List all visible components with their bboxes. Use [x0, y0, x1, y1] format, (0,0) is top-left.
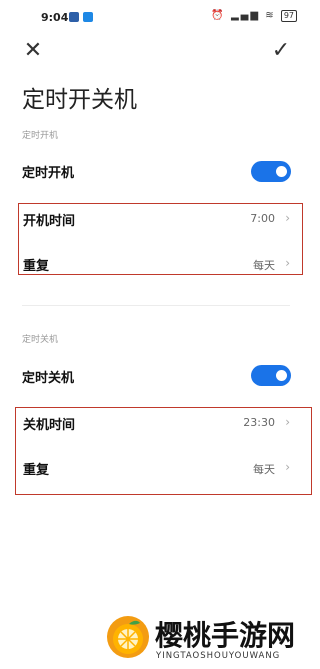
page-title: 定时开关机 [22, 87, 137, 113]
power-on-time-value: 7:00 [250, 212, 275, 225]
power-off-toggle[interactable] [251, 365, 291, 386]
power-off-repeat-label: 重复 [23, 463, 50, 478]
chevron-right-icon: › [285, 415, 290, 429]
power-off-time-row[interactable]: 关机时间 23:30 › [15, 407, 312, 441]
status-time: 9:04 [41, 11, 69, 24]
power-on-repeat-row[interactable]: 重复 每天 › [18, 248, 303, 275]
check-icon[interactable]: ✓ [266, 36, 296, 66]
app-notification-icon [69, 12, 79, 22]
power-on-repeat-value: 每天 [253, 259, 275, 272]
status-bar: 9:04 ⏰ ▂▄▆ ≋ 97 [0, 0, 315, 36]
power-off-time-value: 23:30 [243, 416, 275, 429]
power-off-toggle-label: 定时关机 [22, 371, 75, 386]
divider [22, 305, 290, 306]
power-off-repeat-value: 每天 [253, 463, 275, 476]
watermark-subtitle: YINGTAOSHOUYOUWANG [156, 651, 281, 661]
power-on-repeat-label: 重复 [23, 259, 50, 274]
power-on-toggle-label: 定时开机 [22, 166, 75, 181]
status-icons: ⏰ ▂▄▆ ≋ 97 [211, 10, 297, 22]
alarm-icon: ⏰ [211, 10, 226, 21]
wifi-icon: ≋ [265, 10, 276, 21]
battery-icon: 97 [280, 10, 297, 22]
section-label-power-off: 定时关机 [22, 335, 59, 345]
close-icon[interactable]: ✕ [18, 36, 48, 66]
power-off-repeat-row[interactable]: 重复 每天 › [15, 452, 312, 486]
chevron-right-icon: › [285, 256, 290, 270]
power-on-time-row[interactable]: 开机时间 7:00 › [18, 203, 303, 237]
chevron-right-icon: › [285, 460, 290, 474]
chevron-right-icon: › [285, 211, 290, 225]
section-label-power-on: 定时开机 [22, 131, 59, 141]
signal-icon: ▂▄▆ [230, 10, 261, 21]
power-off-time-label: 关机时间 [23, 418, 76, 433]
watermark-title: 樱桃手游网 [155, 619, 296, 652]
orange-logo-icon [107, 616, 149, 658]
app-notification-icon [83, 12, 93, 22]
power-on-time-label: 开机时间 [23, 214, 76, 229]
power-on-toggle[interactable] [251, 161, 291, 182]
